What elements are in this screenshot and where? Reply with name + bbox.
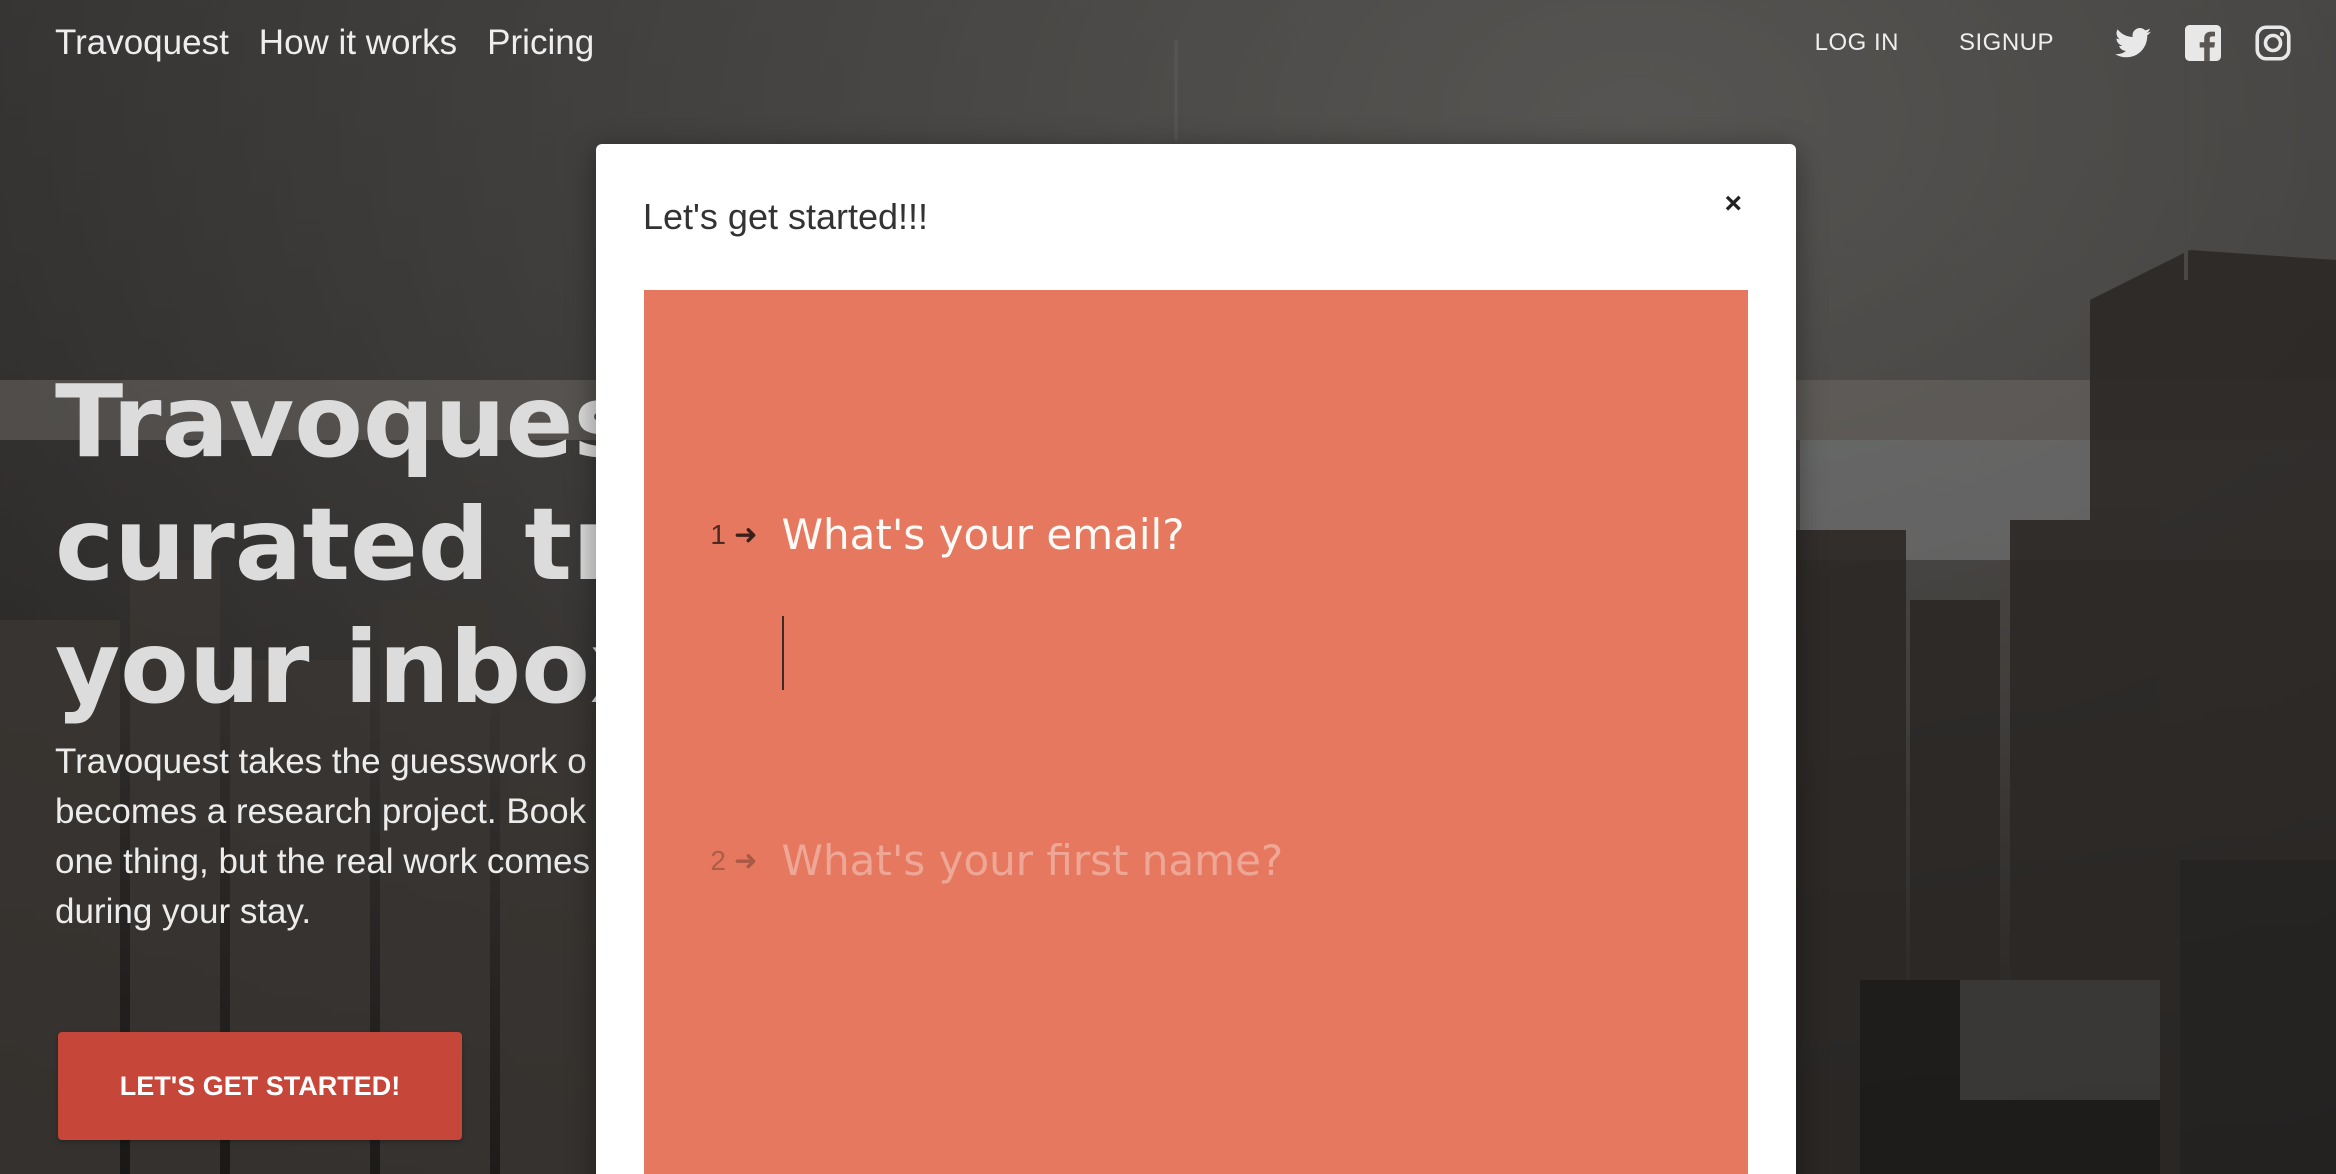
twitter-icon[interactable]: [2114, 24, 2152, 62]
question-number: 2: [710, 844, 726, 876]
arrow-right-icon: ➜: [734, 519, 758, 550]
instagram-icon[interactable]: [2254, 24, 2292, 62]
email-input[interactable]: [782, 616, 1692, 690]
nav-actions: LOG IN SIGNUP: [1815, 24, 2292, 62]
typeform-panel: 1 ➜ What's your email? 2 ➜ What's your f…: [644, 290, 1748, 1174]
top-navigation: Travoquest How it works Pricing LOG IN S…: [0, 0, 2336, 86]
nav-links: Travoquest How it works Pricing: [55, 23, 594, 63]
modal-title: Let's get started!!!: [643, 196, 929, 237]
signup-modal: Let's get started!!! × 1 ➜ What's your e…: [596, 144, 1796, 1174]
get-started-button[interactable]: LET'S GET STARTED!: [58, 1032, 462, 1140]
nav-pricing-link[interactable]: Pricing: [487, 23, 594, 63]
nav-brand-link[interactable]: Travoquest: [55, 23, 229, 63]
signup-link[interactable]: SIGNUP: [1959, 29, 2054, 57]
close-icon[interactable]: ×: [1718, 188, 1748, 220]
arrow-right-icon: ➜: [734, 845, 758, 876]
page: Travoquest How it works Pricing LOG IN S…: [0, 0, 2336, 1174]
question-first-name[interactable]: 2 ➜ What's your first name?: [704, 836, 1283, 885]
question-email: 1 ➜ What's your email?: [704, 510, 1185, 559]
facebook-icon[interactable]: [2184, 24, 2222, 62]
question-label: What's your email?: [781, 510, 1185, 559]
question-label: What's your first name?: [781, 836, 1284, 885]
nav-how-it-works-link[interactable]: How it works: [259, 23, 457, 63]
question-number: 1: [710, 518, 726, 550]
login-link[interactable]: LOG IN: [1815, 29, 1899, 57]
